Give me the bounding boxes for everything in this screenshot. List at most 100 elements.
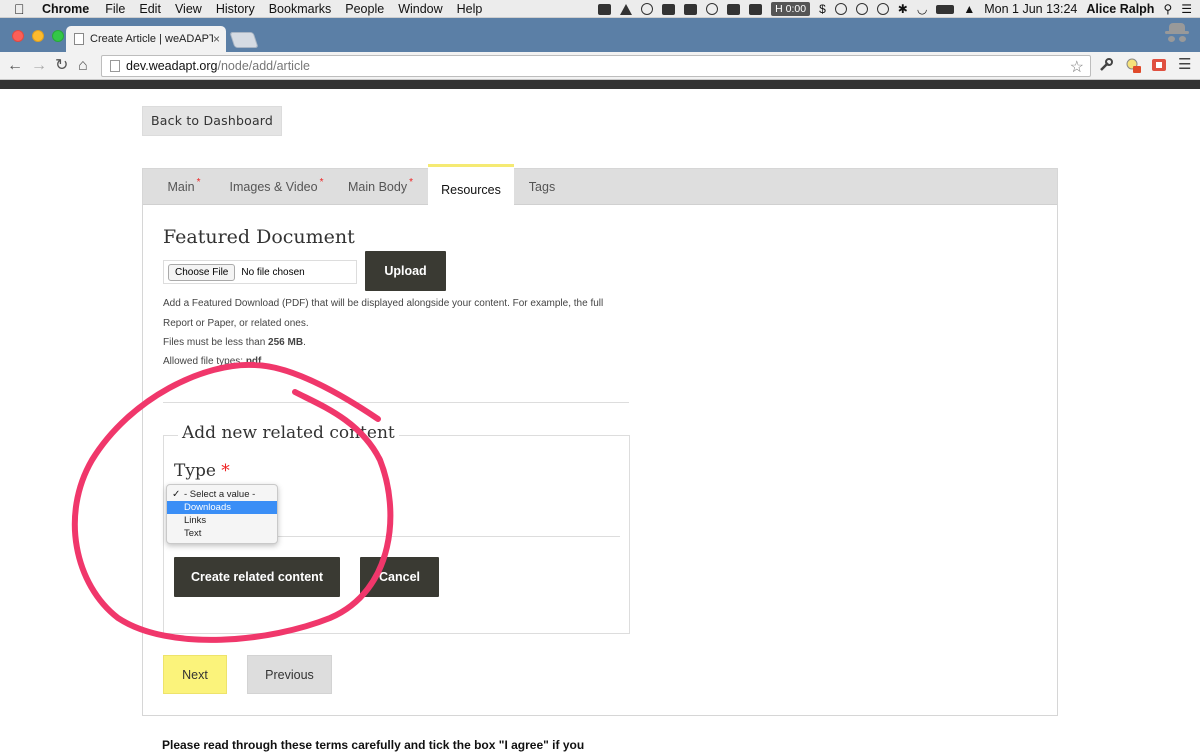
tab-main[interactable]: Main *	[143, 169, 225, 205]
macos-menu-bar:  Chrome File Edit View History Bookmark…	[0, 0, 1200, 18]
featured-help-line-1: Add a Featured Download (PDF) that will …	[163, 298, 604, 309]
option-links[interactable]: Links	[167, 514, 277, 527]
required-mark: *	[409, 177, 413, 188]
upload-button[interactable]: Upload	[365, 251, 446, 291]
notification-center-icon[interactable]: ☰	[1181, 2, 1192, 16]
bluetooth-icon[interactable]: ✱	[898, 2, 908, 16]
no-file-chosen-text: No file chosen	[241, 266, 305, 278]
cancel-button[interactable]: Cancel	[360, 557, 439, 597]
status-app-icon[interactable]	[598, 3, 612, 15]
back-to-dashboard-button[interactable]: Back to Dashboard	[142, 106, 283, 136]
home-icon[interactable]: ⌂	[78, 56, 88, 76]
related-content-fieldset: Add new related content Type * ✓ - Select…	[163, 423, 630, 634]
menu-bookmarks[interactable]: Bookmarks	[269, 0, 332, 18]
address-bar[interactable]: dev.weadapt.org/node/add/article ☆	[101, 55, 1091, 77]
required-mark: *	[196, 177, 201, 188]
form-tabs: Main * Images & Video * Main Body * Resourc…	[143, 164, 1057, 206]
tool-icon[interactable]	[662, 3, 676, 15]
menubar-user[interactable]: Alice Ralph	[1086, 2, 1154, 16]
featured-help-line-2: Report or Paper, or related ones.	[163, 318, 309, 329]
article-form: Main * Images & Video * Main Body * Resourc…	[142, 164, 1058, 716]
paw-icon[interactable]	[727, 3, 741, 15]
browser-tab-strip: Create Article | weADAPT ×	[0, 18, 1200, 52]
divider	[163, 402, 629, 403]
wrench-extension-icon[interactable]	[1098, 57, 1114, 73]
creative-cloud-icon[interactable]	[641, 3, 654, 15]
reload-icon[interactable]: ↻	[55, 56, 68, 76]
checkmark-icon: ✓	[172, 489, 181, 500]
forward-arrow-icon[interactable]: →	[31, 56, 47, 76]
featured-document-title: Featured Document	[163, 226, 355, 248]
browser-tab-title: Create Article | weADAPT	[90, 33, 213, 45]
red-extension-icon[interactable]	[1151, 57, 1167, 73]
sync-icon[interactable]	[855, 3, 868, 15]
tab-images-video-label: Images & Video	[229, 180, 318, 194]
tab-close-icon[interactable]: ×	[213, 32, 220, 46]
menu-window[interactable]: Window	[398, 0, 442, 18]
minimize-window-button[interactable]	[32, 30, 44, 42]
elephant-icon[interactable]	[749, 3, 763, 15]
tab-images-video[interactable]: Images & Video *	[225, 169, 328, 205]
back-arrow-icon[interactable]: ←	[7, 56, 23, 76]
page-info-icon[interactable]	[110, 60, 120, 72]
file-size-limit: Files must be less than 256 MB.	[163, 337, 306, 348]
tab-resources[interactable]: Resources	[428, 164, 514, 206]
site-header-bar	[0, 80, 1200, 89]
url-path: /node/add/article	[217, 59, 310, 73]
menu-view[interactable]: View	[175, 0, 202, 18]
incognito-icon	[1164, 21, 1190, 49]
required-mark: *	[221, 461, 230, 481]
truck-icon[interactable]	[684, 3, 698, 15]
menu-file[interactable]: File	[105, 0, 125, 18]
menu-history[interactable]: History	[216, 0, 255, 18]
previous-button[interactable]: Previous	[247, 655, 332, 694]
volume-icon[interactable]: ▲	[963, 2, 975, 16]
required-mark: *	[319, 177, 324, 188]
tab-main-body-label: Main Body	[348, 180, 408, 194]
related-content-legend: Add new related content	[178, 423, 399, 443]
apple-icon[interactable]: 	[14, 2, 28, 16]
close-window-button[interactable]	[12, 30, 24, 42]
tab-main-body[interactable]: Main Body *	[338, 169, 423, 205]
option-text[interactable]: Text	[167, 527, 277, 540]
file-type-value: pdf	[245, 356, 262, 367]
option-select-a-value[interactable]: ✓ - Select a value -	[167, 488, 277, 501]
choose-file-button[interactable]: Choose File	[168, 263, 236, 281]
tab-main-label: Main	[167, 180, 195, 194]
type-label: Type *	[174, 461, 230, 481]
menubar-clock[interactable]: Mon 1 Jun 13:24	[984, 2, 1077, 16]
lightbulb-extension-icon[interactable]	[1124, 57, 1141, 73]
dollar-icon[interactable]: $	[819, 2, 826, 16]
page-icon	[74, 33, 84, 45]
timer-badge[interactable]: H 0:00	[771, 2, 811, 16]
menu-app-name[interactable]: Chrome	[42, 0, 89, 18]
block-icon[interactable]	[834, 3, 847, 15]
time-machine-icon[interactable]	[876, 3, 889, 15]
tab-tags[interactable]: Tags	[519, 169, 565, 205]
browser-tab-active[interactable]: Create Article | weADAPT ×	[66, 26, 226, 52]
next-button[interactable]: Next	[163, 655, 227, 694]
tab-tags-label: Tags	[528, 180, 556, 194]
tab-resources-label: Resources	[441, 183, 501, 197]
type-select-dropdown[interactable]: ✓ - Select a value - Downloads Links Text	[166, 484, 278, 544]
file-size-value: 256 MB	[268, 337, 304, 348]
url-host: dev.weadapt.org	[126, 59, 218, 73]
timer-value: 0:00	[785, 3, 807, 15]
spotlight-icon[interactable]: ⚲	[1163, 2, 1172, 16]
menu-people[interactable]: People	[345, 0, 384, 18]
wifi-icon[interactable]: ◡	[917, 2, 927, 16]
browser-toolbar: ← → ↻ ⌂ dev.weadapt.org/node/add/article…	[0, 52, 1200, 80]
hat-icon[interactable]	[706, 3, 719, 15]
bookmark-star-icon[interactable]: ☆	[1070, 57, 1084, 77]
zoom-window-button[interactable]	[52, 30, 64, 42]
create-related-content-button[interactable]: Create related content	[174, 557, 340, 597]
allowed-file-types: Allowed file types: pdf.	[163, 356, 265, 367]
new-tab-button[interactable]	[229, 32, 259, 48]
chrome-menu-icon[interactable]: ☰	[1178, 57, 1194, 73]
option-downloads[interactable]: Downloads	[167, 501, 277, 514]
drive-icon[interactable]	[620, 3, 633, 15]
battery-icon[interactable]	[936, 4, 955, 14]
file-input[interactable]: Choose File No file chosen	[163, 260, 357, 284]
menu-help[interactable]: Help	[457, 0, 483, 18]
menu-edit[interactable]: Edit	[139, 0, 161, 18]
